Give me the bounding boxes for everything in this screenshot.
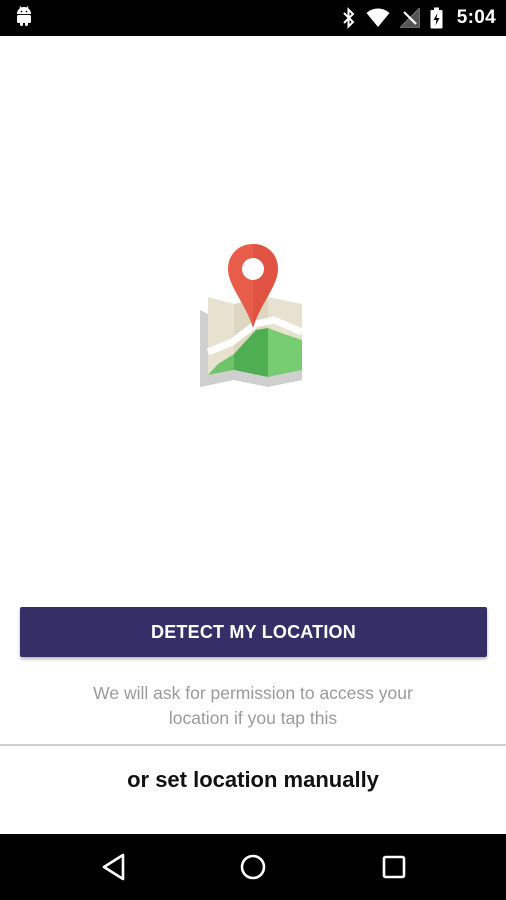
status-bar: 5:04 (0, 0, 506, 36)
back-icon[interactable] (74, 834, 154, 900)
recents-icon[interactable] (354, 834, 434, 900)
status-time: 5:04 (456, 7, 496, 28)
map-pin-illustration (196, 242, 310, 392)
permission-note: We will ask for permission to access you… (40, 681, 466, 731)
android-icon (14, 5, 34, 32)
divider (0, 744, 506, 746)
permission-note-line1: We will ask for permission to access you… (93, 683, 413, 703)
battery-charging-icon (430, 7, 443, 29)
wifi-icon (366, 8, 390, 28)
set-location-manually-link[interactable]: or set location manually (0, 760, 506, 800)
permission-note-line2: location if you tap this (168, 708, 338, 728)
detect-location-button[interactable]: DETECT MY LOCATION (20, 607, 487, 657)
no-signal-icon (399, 8, 420, 28)
navigation-bar (0, 834, 506, 900)
home-icon[interactable] (213, 834, 293, 900)
bluetooth-icon (342, 7, 356, 29)
screen: 5:04 DETECT MY LOCATION We will ask for … (0, 0, 506, 900)
